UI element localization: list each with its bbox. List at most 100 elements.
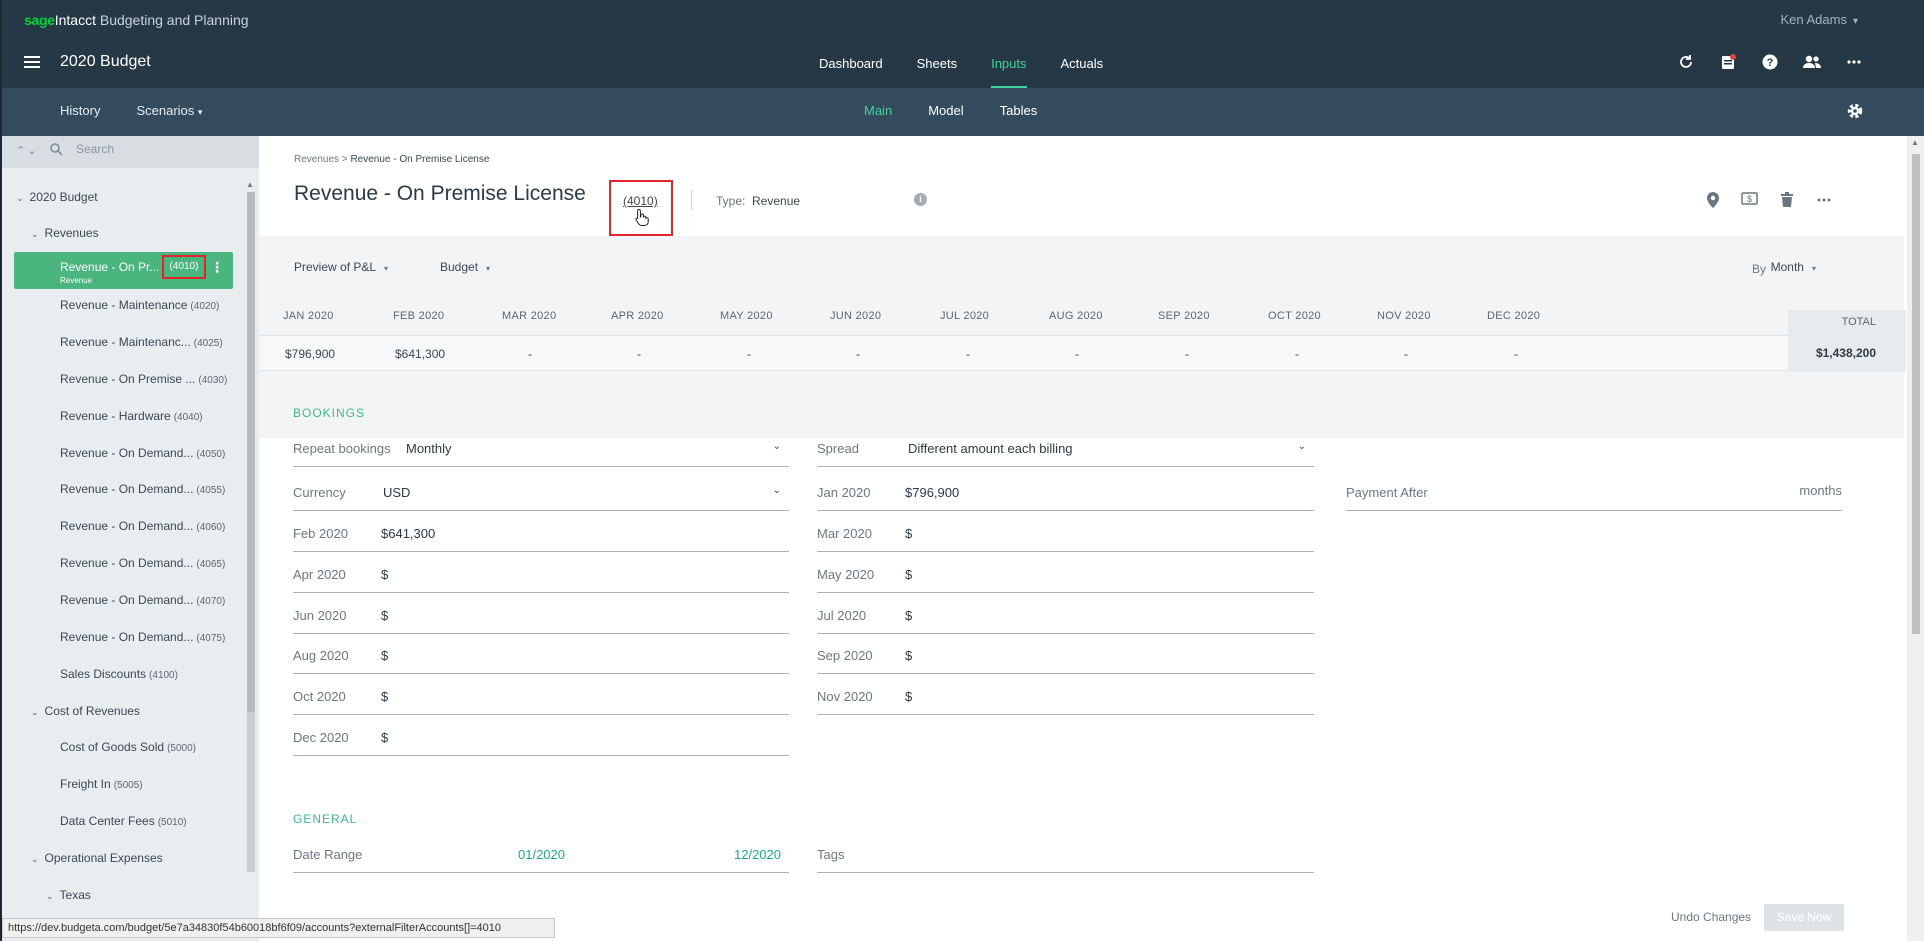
nav-sheets[interactable]: Sheets — [900, 44, 974, 88]
nav-dashboard[interactable]: Dashboard — [802, 44, 900, 88]
notifications-icon[interactable] — [1717, 54, 1738, 74]
amount-field-aug[interactable]: Aug 2020 $ — [293, 640, 789, 674]
main-nav: Dashboard Sheets Inputs Actuals — [802, 44, 1120, 88]
chevron-down-icon: ⌄ — [772, 441, 781, 452]
tree-item[interactable]: Revenue - On Demand... (4050) — [60, 446, 225, 460]
account-code-link[interactable]: (4010) — [609, 180, 673, 236]
date-range-field[interactable]: Date Range 01/2020 12/2020 — [293, 839, 789, 873]
tree-item[interactable]: Revenue - On Demand... (4065) — [60, 556, 225, 570]
tree-item[interactable]: Revenue - On Demand... (4070) — [60, 593, 225, 607]
hamburger-menu-icon[interactable] — [24, 56, 40, 68]
help-icon[interactable]: ? — [1759, 54, 1780, 74]
search-input[interactable] — [76, 142, 246, 156]
amount-field-feb[interactable]: Feb 2020 $641,300 — [293, 518, 789, 552]
amount-field-oct[interactable]: Oct 2020 $ — [293, 681, 789, 715]
repeat-bookings-select[interactable]: Repeat bookings Monthly ⌄ — [293, 433, 789, 467]
users-icon[interactable] — [1801, 54, 1822, 74]
tab-main[interactable]: Main — [864, 103, 892, 118]
page-actions: $ — [1704, 192, 1832, 212]
user-menu[interactable]: Ken Adams ▾ — [1780, 12, 1858, 27]
notification-dot — [1730, 54, 1736, 60]
tree-item[interactable]: Revenue - Maintenance (4020) — [60, 298, 219, 312]
tree-item[interactable]: Revenue - Hardware (4040) — [60, 409, 203, 423]
tags-field[interactable]: Tags — [817, 839, 1314, 873]
kebab-menu-icon[interactable]: ⋮ — [210, 259, 224, 276]
tree-group-texas[interactable]: ⌄ Texas — [46, 888, 91, 902]
tree-item[interactable]: Data Center Fees (5010) — [60, 814, 187, 828]
main-scrollbar[interactable]: ▲ — [1907, 136, 1924, 941]
chevron-down-icon: ▾ — [384, 264, 389, 273]
browser-status-url: https://dev.budgeta.com/budget/5e7a34830… — [2, 918, 555, 938]
more-icon[interactable] — [1815, 192, 1832, 212]
tree-item[interactable]: Revenue - On Premise ... (4030) — [60, 372, 227, 386]
chevron-down-icon: ⌄ — [31, 854, 39, 864]
amount-field-jun[interactable]: Jun 2020 $ — [293, 600, 789, 634]
page-title: Revenue - On Premise License — [294, 182, 586, 205]
amount-field-dec[interactable]: Dec 2020 $ — [293, 722, 789, 756]
tab-model[interactable]: Model — [928, 103, 963, 118]
chevron-down-icon: ⌄ — [46, 891, 54, 901]
month-header: MAR 2020 — [502, 310, 557, 322]
tree-item[interactable]: Cost of Goods Sold (5000) — [60, 740, 196, 754]
amount-field-jan[interactable]: Jan 2020 $796,900 — [817, 477, 1314, 511]
amount-field-nov[interactable]: Nov 2020 $ — [817, 681, 1314, 715]
months-header: JAN 2020 FEB 2020 MAR 2020 APR 2020 MAY … — [259, 310, 1904, 338]
tree-item[interactable]: Freight In (5005) — [60, 777, 143, 791]
save-now-button[interactable]: Save Now — [1764, 904, 1844, 931]
payment-after-field[interactable]: Payment After months — [1346, 477, 1842, 511]
month-header: OCT 2020 — [1268, 310, 1321, 322]
tree-item-root[interactable]: ⌄ 2020 Budget — [16, 190, 98, 204]
spread-select[interactable]: Spread Different amount each billing ⌄ — [817, 433, 1314, 467]
info-icon[interactable]: i — [914, 193, 927, 206]
sub-nav-center: Main Model Tables — [864, 103, 1037, 118]
scenarios-dropdown[interactable]: Scenarios ▾ — [136, 103, 202, 118]
sidebar-scrollbar[interactable]: ▲ — [246, 180, 255, 890]
scenario-dropdown[interactable]: Budget ▾ — [440, 260, 490, 274]
amount-field-may[interactable]: May 2020 $ — [817, 559, 1314, 593]
month-value: $796,900 — [285, 347, 336, 361]
amount-field-jul[interactable]: Jul 2020 $ — [817, 600, 1314, 634]
tree-item[interactable]: Revenue - On Demand... (4075) — [60, 630, 225, 644]
app-title: 2020 Budget — [60, 53, 151, 70]
nav-actuals[interactable]: Actuals — [1044, 44, 1121, 88]
currency-select[interactable]: Currency USD ⌄ — [293, 477, 789, 511]
month-header: JAN 2020 — [283, 310, 334, 322]
refresh-icon[interactable] — [1675, 54, 1696, 74]
month-value: - — [528, 347, 532, 361]
sidebar-scroll-thumb[interactable] — [247, 192, 255, 712]
main-scroll-thumb[interactable] — [1912, 154, 1920, 634]
bookings-heading: BOOKINGS — [293, 406, 366, 420]
date-to[interactable]: 12/2020 — [734, 847, 781, 862]
tree-item[interactable]: Revenue - Maintenanc... (4025) — [60, 335, 223, 349]
total-header: TOTAL — [1841, 316, 1876, 328]
top-bar: sageIntacct Budgeting and Planning Ken A… — [0, 0, 1924, 88]
trash-icon[interactable] — [1778, 192, 1795, 212]
tree-item[interactable]: Revenue - On Demand... (4055) — [60, 482, 225, 496]
expand-collapse-icon[interactable]: ⌃⌄ — [16, 144, 38, 157]
gear-icon[interactable] — [1846, 102, 1864, 125]
tree-item-selected[interactable]: Revenue - On Pr... Revenue (4010) ⋮ — [14, 252, 233, 289]
location-pin-icon[interactable] — [1704, 192, 1721, 212]
history-link[interactable]: History — [60, 103, 100, 118]
date-from[interactable]: 01/2020 — [518, 847, 565, 862]
breadcrumb-parent[interactable]: Revenues — [294, 154, 339, 165]
tree-item[interactable]: Sales Discounts (4100) — [60, 667, 178, 681]
month-header: MAY 2020 — [720, 310, 773, 322]
amount-field-mar[interactable]: Mar 2020 $ — [817, 518, 1314, 552]
dollar-bill-icon[interactable]: $ — [1741, 192, 1758, 212]
tree-group-operational-expenses[interactable]: ⌄ Operational Expenses — [31, 851, 163, 865]
more-icon[interactable] — [1843, 54, 1864, 74]
scroll-up-icon[interactable]: ▲ — [246, 180, 254, 189]
tree-group-revenues[interactable]: ⌄ Revenues — [31, 226, 99, 240]
undo-changes-button[interactable]: Undo Changes — [1671, 910, 1751, 924]
tab-tables[interactable]: Tables — [1000, 103, 1038, 118]
amount-field-apr[interactable]: Apr 2020 $ — [293, 559, 789, 593]
amount-field-sep[interactable]: Sep 2020 $ — [817, 640, 1314, 674]
tree-group-cost-of-revenues[interactable]: ⌄ Cost of Revenues — [31, 704, 140, 718]
tree-item[interactable]: Revenue - On Demand... (4060) — [60, 519, 225, 533]
nav-inputs[interactable]: Inputs — [974, 44, 1043, 88]
selected-item-code: (4010) — [162, 255, 206, 279]
preview-dropdown[interactable]: Preview of P&L ▾ — [294, 260, 388, 274]
scroll-up-icon[interactable]: ▲ — [1911, 138, 1919, 147]
period-dropdown[interactable]: Month ▾ — [1771, 260, 1816, 274]
